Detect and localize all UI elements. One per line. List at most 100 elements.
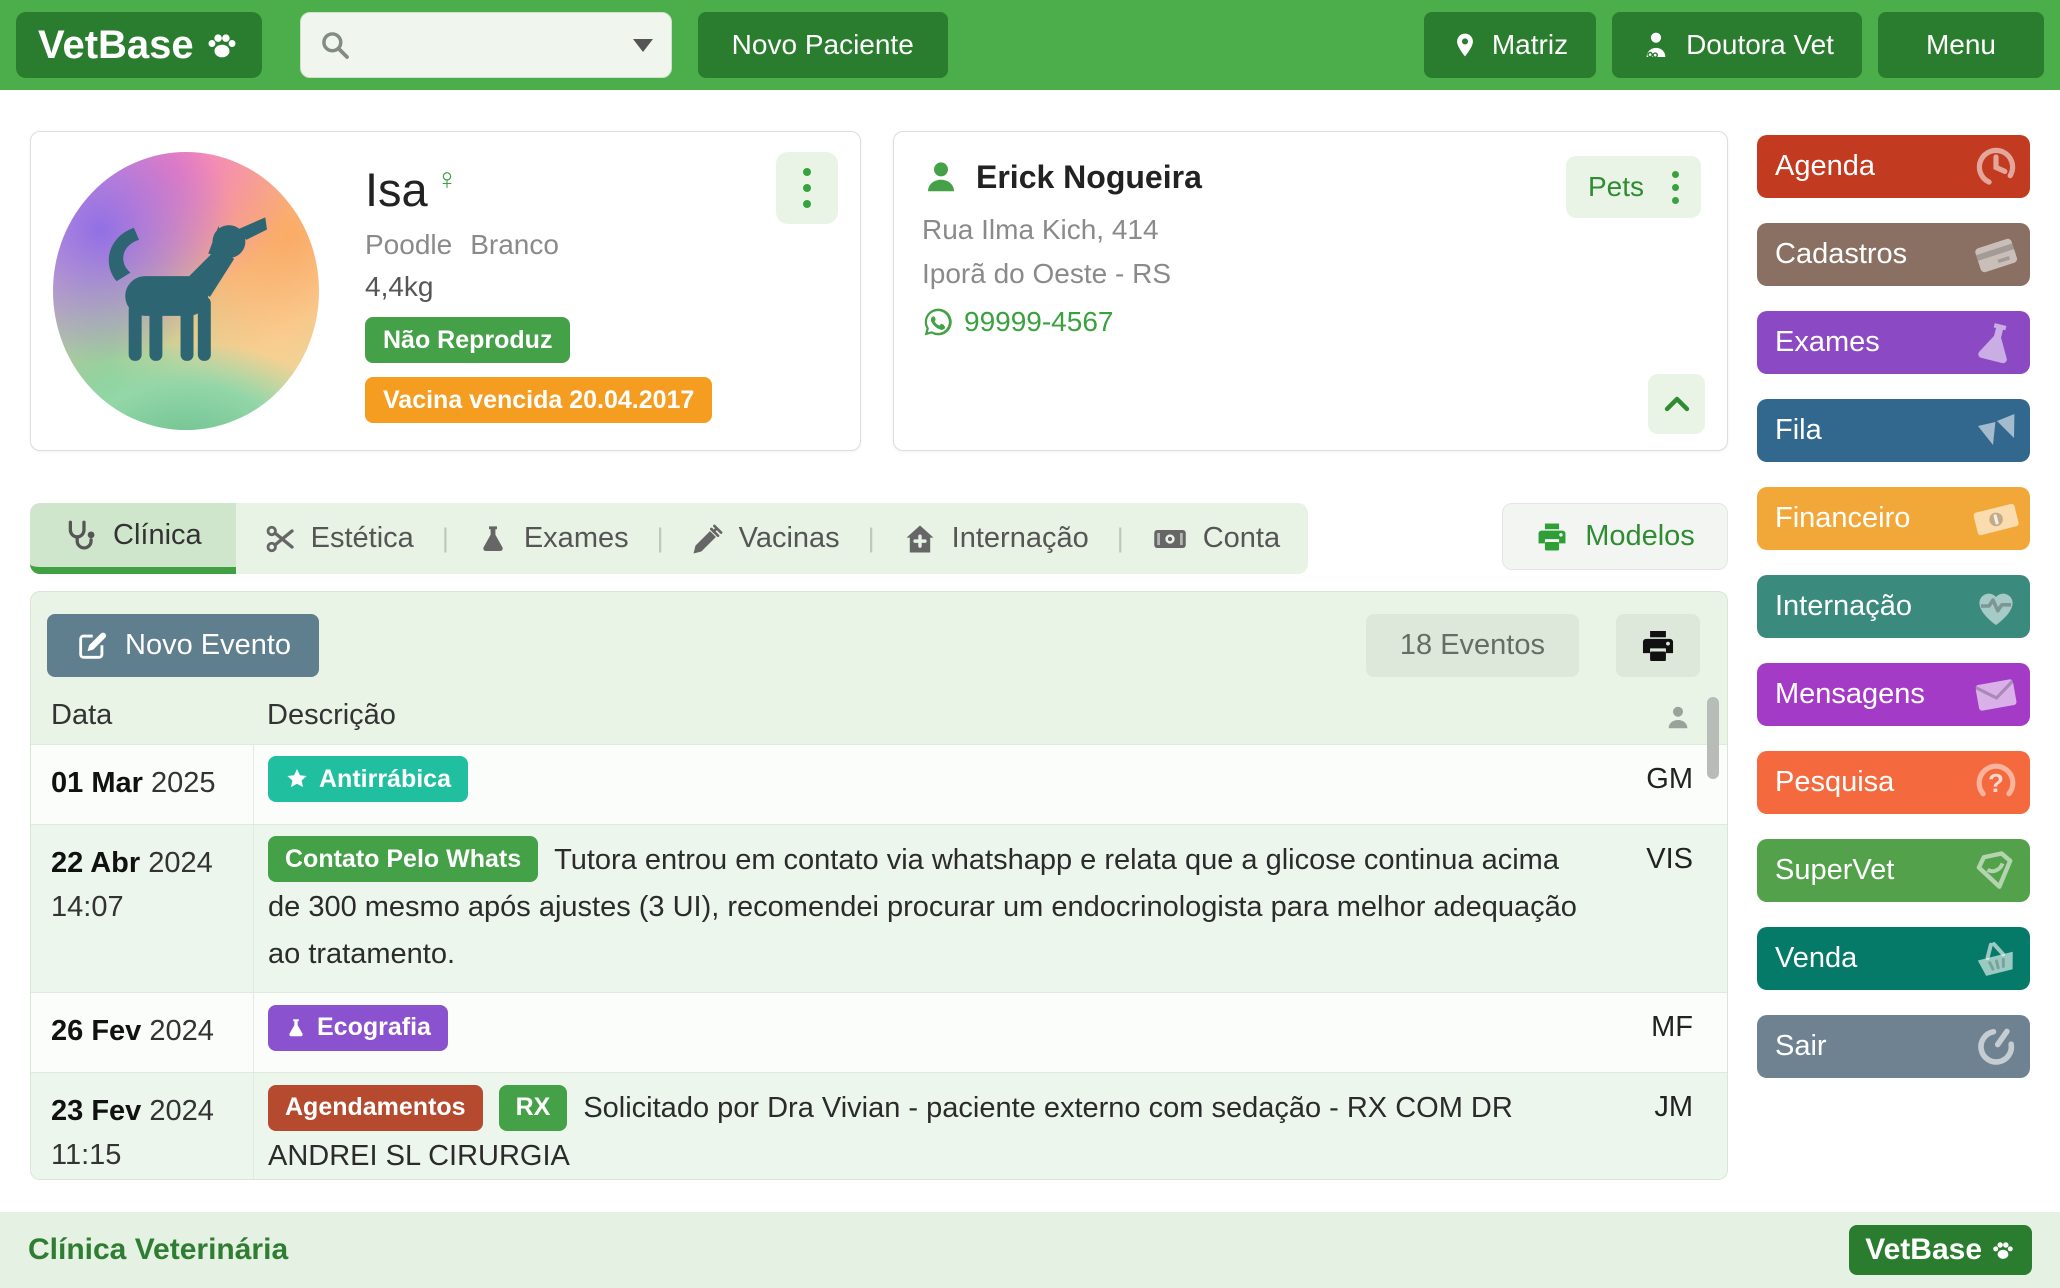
whatsapp-icon bbox=[922, 306, 954, 338]
menu-button[interactable]: Menu bbox=[1878, 12, 2044, 78]
edit-pencil-icon bbox=[75, 629, 109, 663]
flask-icon bbox=[1972, 319, 2020, 367]
models-label: Modelos bbox=[1585, 520, 1695, 553]
tab-vacinas[interactable]: Vacinas bbox=[664, 503, 868, 574]
patient-search-select[interactable] bbox=[300, 12, 672, 78]
sidebar-item-cadastros[interactable]: Cadastros bbox=[1757, 223, 2030, 286]
tab-internacao[interactable]: Internação bbox=[875, 503, 1117, 574]
location-button[interactable]: Matriz bbox=[1424, 12, 1596, 78]
footer: Clínica Veterinária VetBase bbox=[0, 1212, 2060, 1288]
owner-name: Erick Nogueira bbox=[976, 159, 1202, 196]
female-symbol-icon: ♀ bbox=[436, 163, 459, 196]
tab-exames[interactable]: Exames bbox=[449, 503, 657, 574]
sidebar-item-label: Fila bbox=[1775, 414, 1822, 447]
tab-estetica[interactable]: Estética bbox=[236, 503, 442, 574]
tab-clinica[interactable]: Clínica bbox=[30, 503, 236, 574]
new-event-label: Novo Evento bbox=[125, 629, 291, 662]
collapse-owner-button[interactable] bbox=[1648, 374, 1705, 434]
location-label: Matriz bbox=[1492, 29, 1568, 61]
events-panel: Novo Evento 18 Eventos Data Descrição bbox=[30, 591, 1728, 1180]
pet-name: Isa bbox=[365, 163, 428, 216]
event-year: 2025 bbox=[151, 767, 216, 799]
sidebar-item-sair[interactable]: Sair bbox=[1757, 1015, 2030, 1078]
new-patient-button[interactable]: Novo Paciente bbox=[698, 12, 948, 78]
location-pin-icon bbox=[1452, 30, 1478, 60]
top-navbar: VetBase Novo Paciente Matriz Doutora Vet… bbox=[0, 0, 2060, 90]
star-icon bbox=[285, 767, 309, 791]
models-button[interactable]: Modelos bbox=[1502, 503, 1728, 570]
sidebar-item-label: Pesquisa bbox=[1775, 766, 1894, 799]
event-row[interactable]: 26 Fev 2024 Ecografia MF bbox=[31, 992, 1727, 1072]
sidebar-item-mensagens[interactable]: Mensagens bbox=[1757, 663, 2030, 726]
event-date: 22 Abr bbox=[51, 847, 140, 879]
sidebar-item-agenda[interactable]: Agenda bbox=[1757, 135, 2030, 198]
sidebar-item-label: Mensagens bbox=[1775, 678, 1925, 711]
event-badge: RX bbox=[499, 1085, 568, 1131]
user-column-icon bbox=[1663, 702, 1693, 732]
patient-kebab-menu-button[interactable] bbox=[776, 152, 838, 224]
column-header-date: Data bbox=[31, 699, 253, 732]
sidebar-item-label: SuperVet bbox=[1775, 854, 1894, 887]
sidebar-item-exames[interactable]: Exames bbox=[1757, 311, 2030, 374]
event-year: 2024 bbox=[148, 847, 213, 879]
new-patient-label: Novo Paciente bbox=[732, 29, 914, 61]
patient-card: Isa♀ Poodle Branco 4,4kg Não Reproduz Va… bbox=[30, 131, 861, 451]
event-time: 14:07 bbox=[51, 891, 124, 923]
dog-silhouette-icon bbox=[82, 185, 289, 402]
person-icon bbox=[922, 158, 960, 196]
event-user-initials: MF bbox=[1607, 993, 1727, 1072]
event-row[interactable]: 22 Abr 202414:07 Contato Pelo Whats Tuto… bbox=[31, 824, 1727, 992]
sidebar-item-pesquisa[interactable]: Pesquisa ? bbox=[1757, 751, 2030, 814]
event-row[interactable]: 01 Mar 2025 Antirrábica GM bbox=[31, 744, 1727, 824]
pet-weight: 4,4kg bbox=[365, 271, 712, 303]
sidebar-item-financeiro[interactable]: Financeiro bbox=[1757, 487, 2030, 550]
sidebar-item-supervet[interactable]: SuperVet bbox=[1757, 839, 2030, 902]
event-year: 2024 bbox=[149, 1095, 214, 1127]
sidebar-item-venda[interactable]: Venda bbox=[1757, 927, 2030, 990]
event-user-initials: VIS bbox=[1607, 825, 1727, 992]
footer-logo-text: VetBase bbox=[1865, 1233, 1982, 1267]
pets-label: Pets bbox=[1588, 171, 1644, 203]
pets-button[interactable]: Pets bbox=[1566, 156, 1701, 218]
sidebar-item-label: Venda bbox=[1775, 942, 1857, 975]
print-events-button[interactable] bbox=[1616, 614, 1700, 677]
sidebar-item-label: Internação bbox=[1775, 590, 1912, 623]
vet-user-icon bbox=[1640, 29, 1672, 61]
printer-icon bbox=[1639, 627, 1677, 665]
app-logo[interactable]: VetBase bbox=[16, 12, 262, 78]
shield-icon bbox=[1972, 847, 2020, 895]
owner-card: Erick Nogueira Rua Ilma Kich, 414 Iporã … bbox=[893, 131, 1728, 451]
tab-divider: | bbox=[657, 503, 664, 574]
menu-label: Menu bbox=[1926, 29, 1996, 61]
event-year: 2024 bbox=[149, 1015, 214, 1047]
tab-clinica-label: Clínica bbox=[113, 519, 202, 552]
event-row[interactable]: 23 Fev 202411:15 Agendamentos RX Solicit… bbox=[31, 1072, 1727, 1180]
user-button[interactable]: Doutora Vet bbox=[1612, 12, 1862, 78]
tab-vacinas-label: Vacinas bbox=[739, 522, 840, 555]
event-badge: Contato Pelo Whats bbox=[268, 836, 538, 882]
tab-exames-label: Exames bbox=[524, 522, 629, 555]
sidebar-item-label: Sair bbox=[1775, 1030, 1827, 1063]
event-badge: Ecografia bbox=[268, 1005, 448, 1051]
chevron-down-icon bbox=[633, 39, 653, 52]
new-event-button[interactable]: Novo Evento bbox=[47, 614, 319, 677]
sidebar-item-label: Cadastros bbox=[1775, 238, 1907, 271]
owner-phone[interactable]: 99999-4567 bbox=[964, 306, 1113, 338]
events-scrollbar[interactable] bbox=[1707, 697, 1719, 779]
sidebar-item-fila[interactable]: Fila bbox=[1757, 399, 2030, 462]
event-date: 01 Mar bbox=[51, 767, 143, 799]
event-date: 23 Fev bbox=[51, 1095, 141, 1127]
tab-conta[interactable]: Conta bbox=[1124, 503, 1308, 574]
events-count-label: 18 Eventos bbox=[1400, 629, 1545, 662]
paw-icon bbox=[1990, 1237, 2016, 1263]
chevron-up-icon bbox=[1660, 387, 1694, 421]
queue-icon bbox=[1972, 407, 2020, 455]
clock-icon bbox=[1972, 143, 2020, 191]
app-logo-text: VetBase bbox=[38, 23, 194, 68]
event-badge-label: RX bbox=[516, 1084, 551, 1131]
flask-icon bbox=[477, 523, 509, 555]
record-tab-strip: Clínica Estética | Exames | bbox=[30, 503, 1308, 574]
event-badge-label: Agendamentos bbox=[285, 1084, 466, 1131]
sidebar-item-internacao[interactable]: Internação bbox=[1757, 575, 2030, 638]
user-label: Doutora Vet bbox=[1686, 29, 1834, 61]
